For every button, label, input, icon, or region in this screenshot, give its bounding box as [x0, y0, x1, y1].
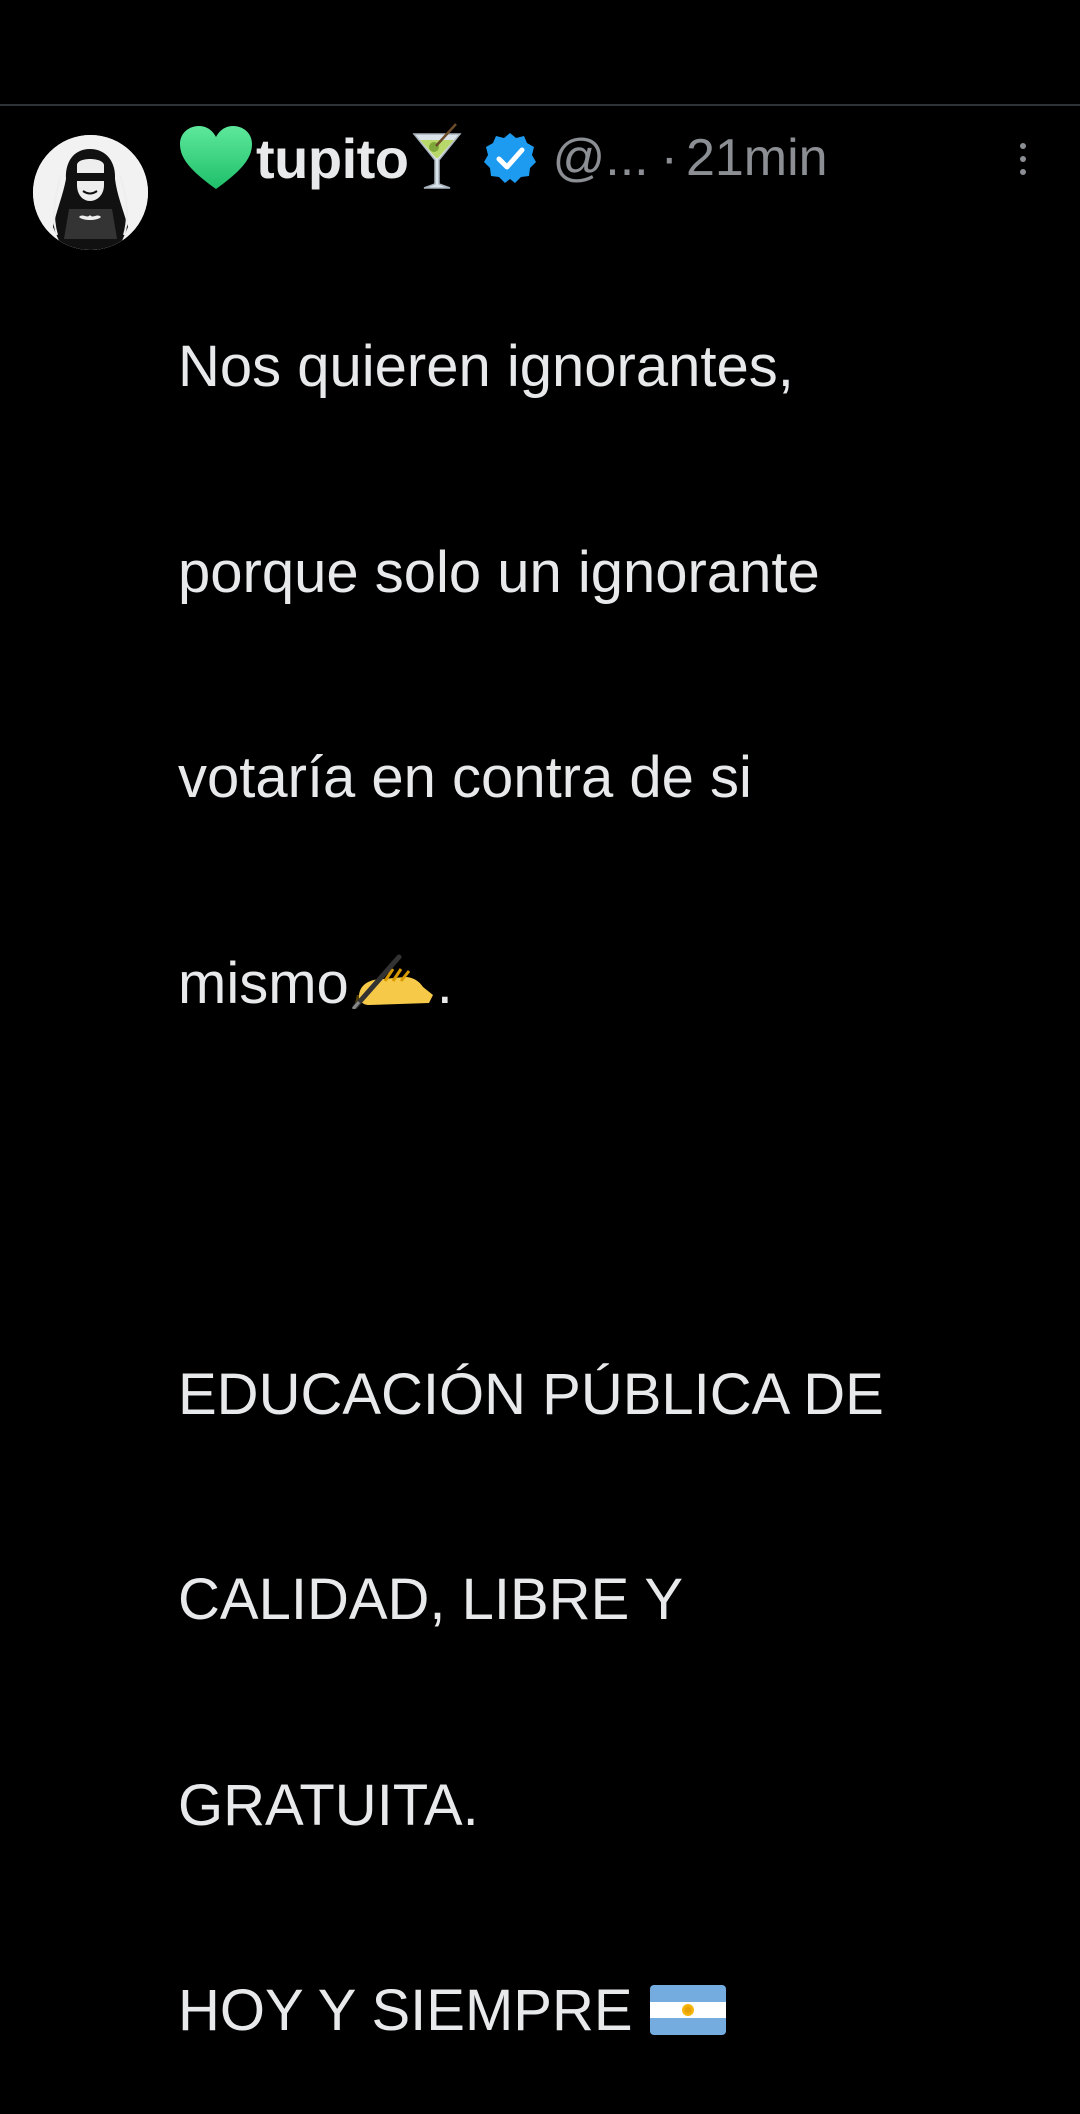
profile-avatar[interactable]: [33, 135, 148, 250]
tweet-line-end: .: [436, 950, 453, 1016]
display-name[interactable]: tupito: [256, 126, 409, 191]
tweet-line-text: HOY Y SIEMPRE: [178, 1978, 649, 2043]
top-divider: [0, 104, 1080, 106]
separator-dot: ·: [660, 129, 678, 187]
verified-badge-icon[interactable]: [482, 130, 538, 186]
avatar-illustration: [33, 135, 148, 250]
vertical-ellipsis-icon[interactable]: [1010, 138, 1036, 180]
tweet-line: HOY Y SIEMPRE: [178, 1977, 1058, 2046]
writing-hand-icon: [351, 954, 433, 1009]
green-heart-icon: [180, 126, 252, 189]
cocktail-glass-icon: [412, 123, 463, 189]
tweet-header: tupito @... · 21min: [178, 118, 1048, 198]
tweet-line-text: mismo: [178, 950, 349, 1016]
tweet-line: Nos quieren ignorantes,: [178, 334, 794, 399]
tweet-text: Nos quieren ignorantes, porque solo un i…: [178, 196, 1058, 2114]
timestamp[interactable]: 21min: [686, 128, 828, 188]
tweet-line: CALIDAD, LIBRE Y: [178, 1567, 684, 1632]
tweet-line: porque solo un ignorante: [178, 539, 820, 605]
tweet-line: votaría en contra de si: [178, 745, 752, 810]
tweet-line: mismo .: [178, 950, 1058, 1019]
tweet-line: GRATUITA.: [178, 1772, 479, 1838]
argentina-flag-icon: [649, 1985, 726, 2035]
tweet-line: EDUCACIÓN PÚBLICA DE: [178, 1361, 884, 1427]
user-handle[interactable]: @...: [552, 128, 648, 188]
